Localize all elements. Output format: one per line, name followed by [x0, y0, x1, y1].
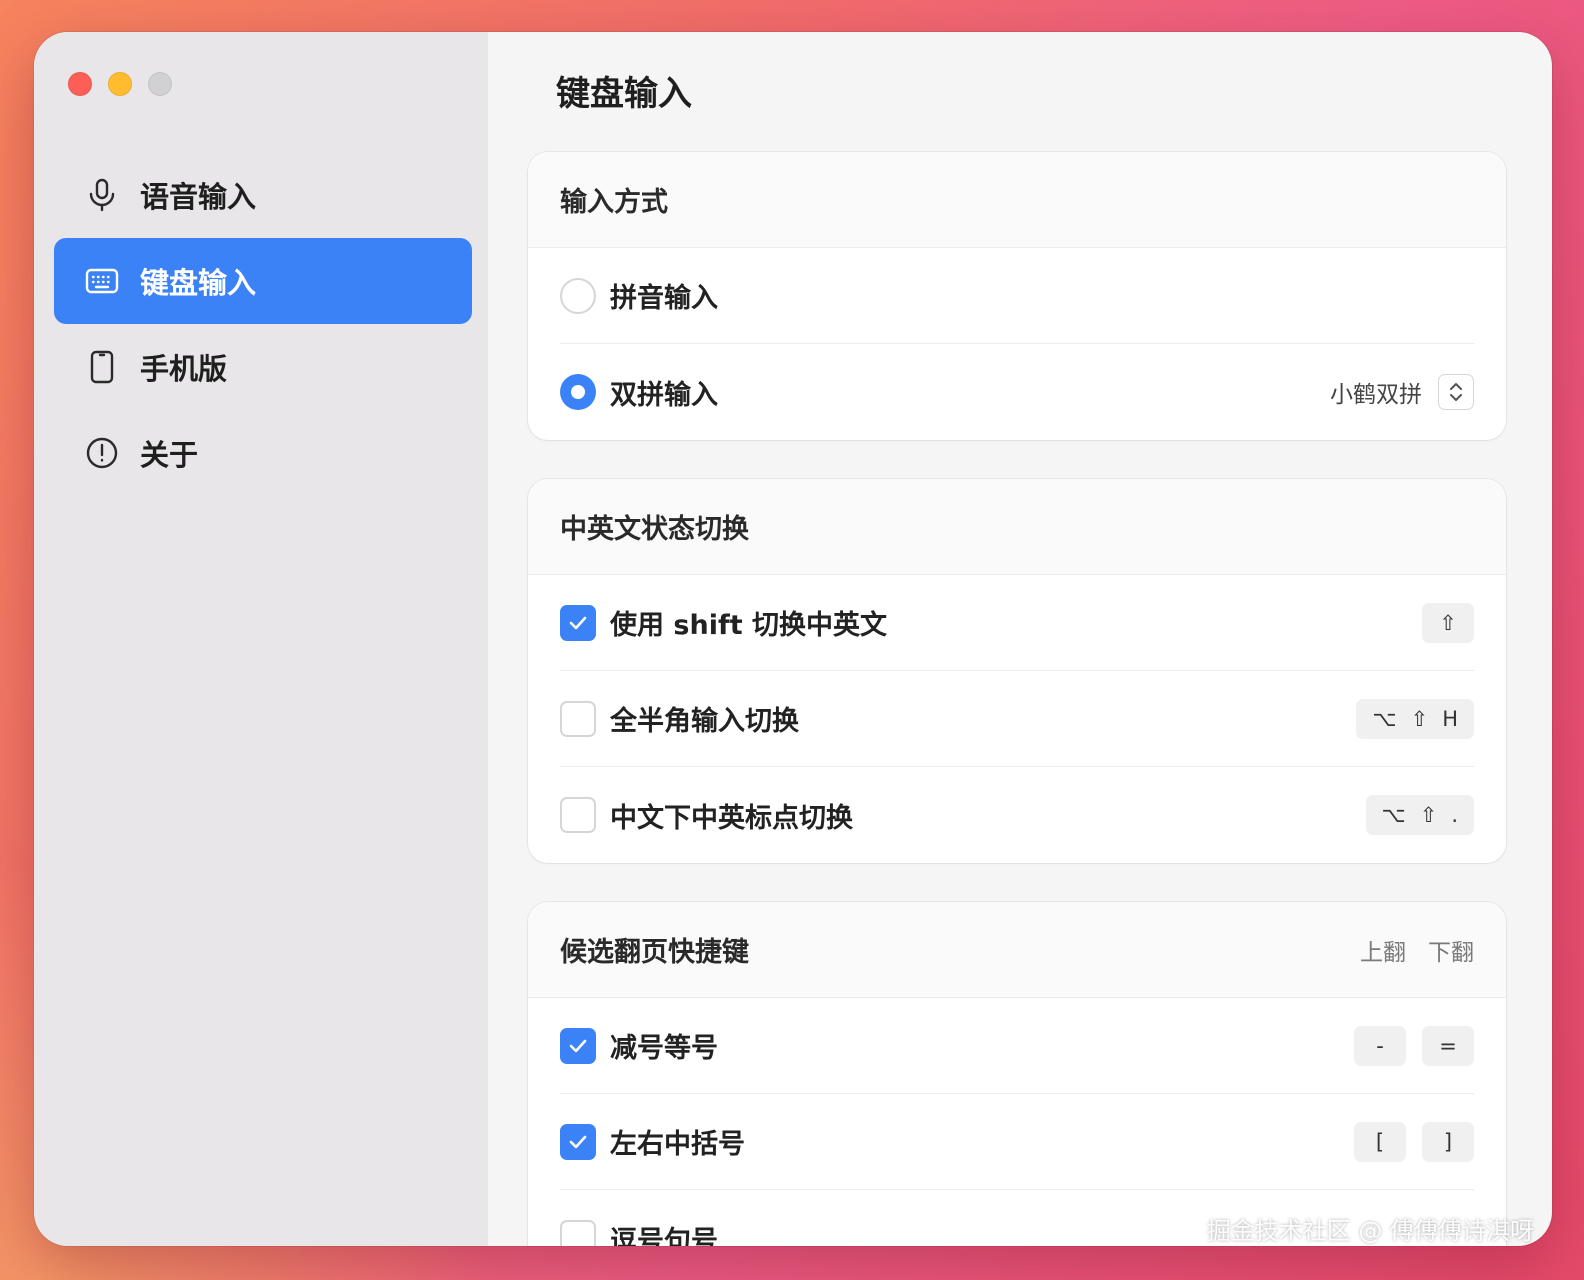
sidebar-item-label: 关于	[140, 438, 199, 472]
card-header: 候选翻页快捷键 上翻 下翻	[528, 902, 1506, 998]
main-panel: 键盘输入 输入方式 拼音输入 双拼输入 小鹤双拼 中英文状态切换 使用 shif…	[488, 32, 1552, 1246]
shift-switch-label: 使用 shift 切换中英文	[610, 610, 888, 641]
card-title: 中英文状态切换	[560, 514, 749, 545]
shuangpin-label: 双拼输入	[610, 379, 718, 411]
page-up-key[interactable]: -	[1354, 1025, 1406, 1066]
punct-switch-checkbox[interactable]	[560, 797, 596, 833]
sidebar-item-about[interactable]: 关于	[54, 410, 472, 496]
shuangpin-radio[interactable]	[560, 374, 596, 410]
sidebar-item-label: 手机版	[140, 352, 228, 386]
punct-switch-label: 中文下中英标点切换	[610, 802, 853, 834]
minus-equal-label: 减号等号	[610, 1033, 718, 1064]
pinyin-label: 拼音输入	[610, 283, 718, 314]
option-key-icon: ⌥	[1381, 803, 1406, 827]
fullhalf-switch-row: 全半角输入切换 ⌥ ⇧ H	[560, 671, 1474, 767]
card-header: 输入方式	[528, 152, 1506, 248]
comma-period-checkbox[interactable]	[560, 1220, 596, 1246]
page-down-column-label: 下翻	[1428, 939, 1474, 966]
sidebar-item-voice-input[interactable]: 语音输入	[54, 152, 472, 238]
sidebar-item-mobile[interactable]: 手机版	[54, 324, 472, 410]
brackets-row: 左右中括号 [ ]	[560, 1094, 1474, 1190]
shortcut-keycap[interactable]: ⌥ ⇧ H	[1356, 698, 1474, 739]
fullhalf-switch-label: 全半角输入切换	[610, 706, 799, 737]
sidebar: 语音输入 键盘输入 手机版 关于	[34, 32, 488, 1246]
shuangpin-scheme-select[interactable]: 小鹤双拼	[1330, 374, 1474, 410]
microphone-icon	[84, 177, 120, 213]
zoom-window-button[interactable]	[148, 72, 172, 96]
app-window: 语音输入 键盘输入 手机版 关于 键盘输入 输入方式 拼音输入 双拼输入 小鹤双…	[34, 32, 1552, 1246]
shortcut-keycap[interactable]: ⌥ ⇧ .	[1365, 795, 1474, 835]
card-title: 输入方式	[560, 187, 668, 218]
brackets-checkbox[interactable]	[560, 1123, 596, 1160]
sidebar-nav: 语音输入 键盘输入 手机版 关于	[54, 152, 472, 496]
traffic-lights	[68, 72, 172, 96]
info-icon	[84, 435, 120, 471]
shift-switch-row: 使用 shift 切换中英文 ⇧	[560, 575, 1474, 671]
page-title: 键盘输入	[556, 74, 692, 114]
scheme-value: 小鹤双拼	[1330, 382, 1422, 408]
punct-switch-row: 中文下中英标点切换 ⌥ ⇧ .	[560, 767, 1474, 863]
shuangpin-option-row[interactable]: 双拼输入 小鹤双拼	[560, 344, 1474, 440]
close-window-button[interactable]	[68, 72, 92, 96]
watermark: 掘金技术社区 @ 傅傅傅诗淇呀	[1206, 1217, 1534, 1245]
shift-key-icon: ⇧	[1439, 610, 1457, 635]
page-up-column-label: 上翻	[1360, 939, 1406, 966]
sidebar-item-keyboard-input[interactable]: 键盘输入	[54, 238, 472, 324]
phone-icon	[84, 349, 120, 385]
paging-shortcuts-card: 候选翻页快捷键 上翻 下翻 减号等号 - = 左右中括号 [] 逗号句号	[528, 902, 1506, 1246]
pinyin-option-row[interactable]: 拼音输入	[560, 248, 1474, 344]
card-header: 中英文状态切换	[528, 479, 1506, 575]
minimize-window-button[interactable]	[108, 72, 132, 96]
period-key: .	[1451, 803, 1458, 827]
h-key: H	[1442, 706, 1458, 731]
shortcut-keycap[interactable]: ⇧	[1422, 602, 1474, 643]
pinyin-radio[interactable]	[560, 277, 596, 314]
cn-en-switch-card: 中英文状态切换 使用 shift 切换中英文 ⇧ 全半角输入切换 ⌥ ⇧ H 中…	[528, 479, 1506, 863]
fullhalf-switch-checkbox[interactable]	[560, 700, 596, 737]
brackets-label: 左右中括号	[610, 1129, 745, 1160]
chevron-up-down-icon[interactable]	[1438, 374, 1474, 410]
page-down-key[interactable]: =	[1422, 1025, 1474, 1066]
minus-equal-checkbox[interactable]	[560, 1027, 596, 1064]
input-method-card: 输入方式 拼音输入 双拼输入 小鹤双拼	[528, 152, 1506, 440]
sidebar-item-label: 键盘输入	[140, 266, 257, 300]
keyboard-icon	[84, 263, 120, 299]
shift-switch-checkbox[interactable]	[560, 604, 596, 641]
comma-period-label: 逗号句号	[610, 1225, 718, 1247]
shift-key-icon: ⇧	[1410, 706, 1429, 731]
shift-key-icon: ⇧	[1419, 803, 1438, 827]
page-down-key[interactable]: ]	[1422, 1121, 1474, 1162]
page-up-key[interactable]: [	[1354, 1121, 1406, 1162]
card-title: 候选翻页快捷键	[560, 937, 749, 968]
minus-equal-row: 减号等号 - =	[560, 998, 1474, 1094]
sidebar-item-label: 语音输入	[140, 180, 257, 214]
option-key-icon: ⌥	[1372, 706, 1397, 731]
